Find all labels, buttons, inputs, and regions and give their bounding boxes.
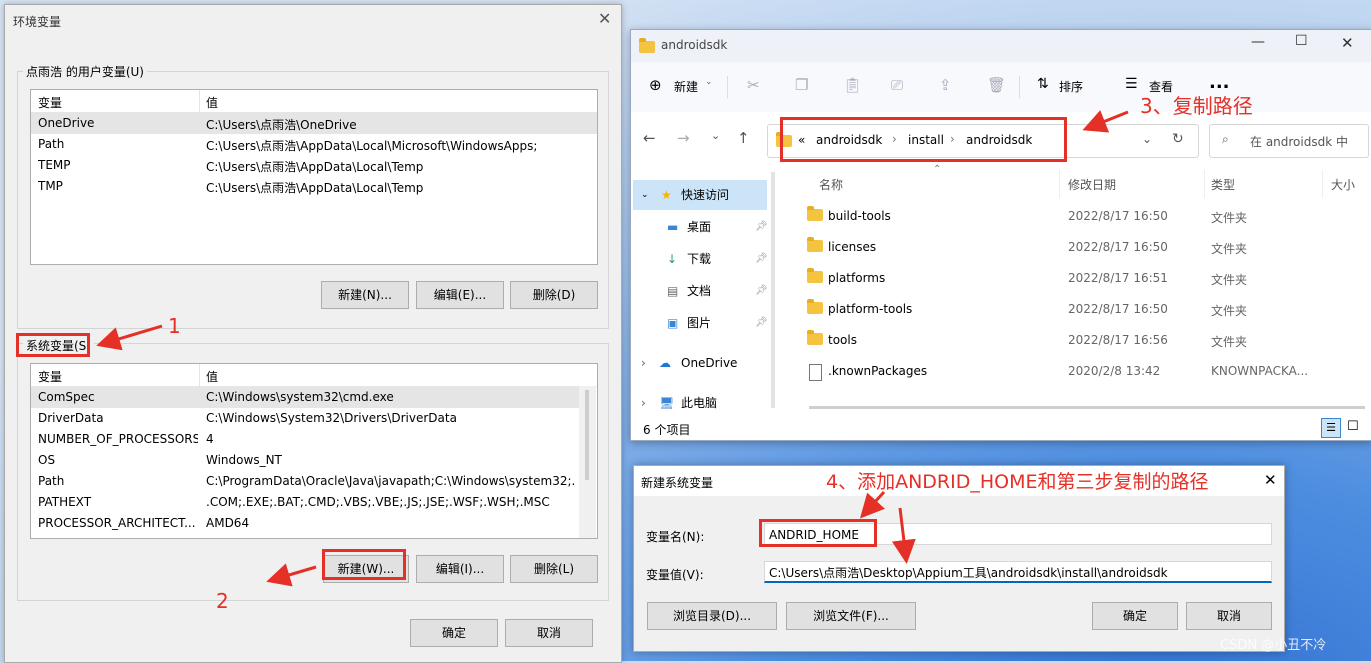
- watermark: CSDN @小丑不冷: [1220, 638, 1327, 653]
- arrow-step1: [96, 324, 163, 351]
- arrow-step3: [1082, 110, 1129, 133]
- annotation-step2: 2: [216, 589, 229, 613]
- annotation-step1: 1: [168, 314, 181, 338]
- annotation-step3: 3、复制路径: [1140, 94, 1253, 118]
- annotation-step4: 4、添加ANDRID_HOME和第三步复制的路径: [826, 471, 1209, 493]
- arrow-step4b: [891, 507, 916, 564]
- arrow-step2: [266, 563, 317, 587]
- arrow-step4a: [859, 490, 886, 519]
